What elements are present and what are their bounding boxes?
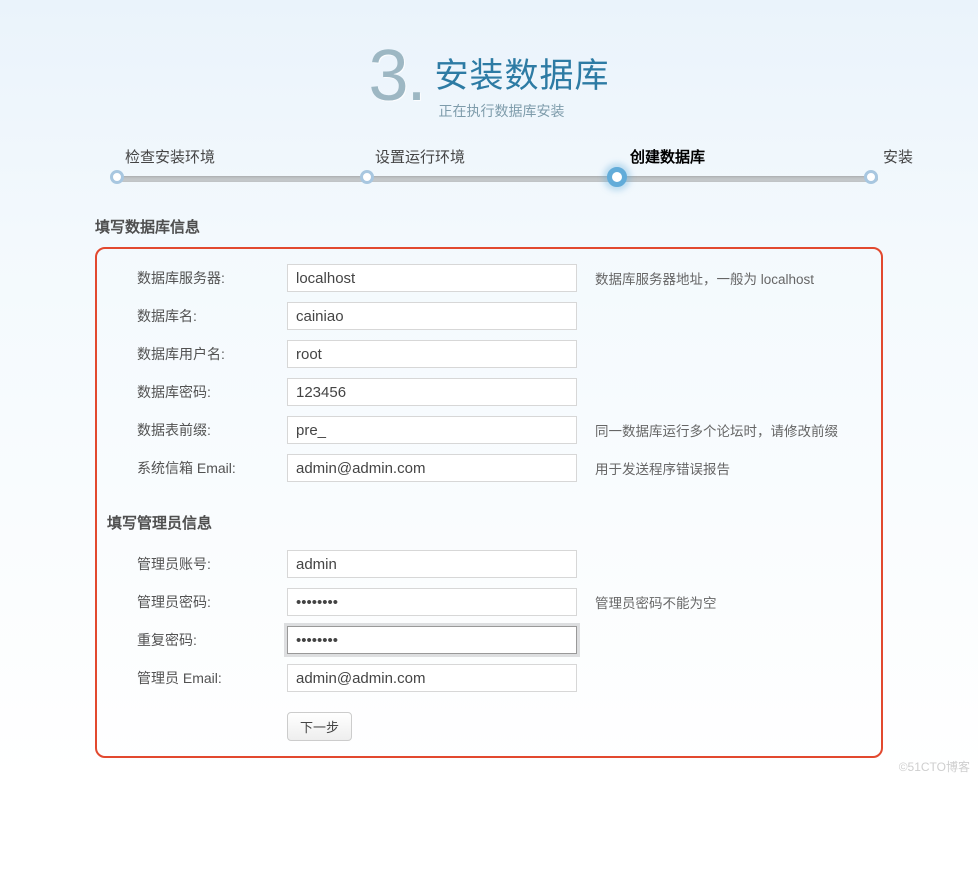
section-admin-title: 填写管理员信息 (107, 512, 881, 533)
label-admin-account: 管理员账号: (97, 554, 287, 574)
label-db-prefix: 数据表前缀: (97, 420, 287, 440)
label-db-user: 数据库用户名: (97, 344, 287, 364)
progress-label: 安装 (883, 146, 913, 167)
progress-label: 检查安装环境 (125, 146, 215, 167)
label-db-name: 数据库名: (97, 306, 287, 326)
content: 填写数据库信息 数据库服务器: 数据库服务器地址，一般为 localhost 数… (0, 216, 978, 758)
tip-db-email: 用于发送程序错误报告 (577, 458, 730, 478)
label-db-email: 系统信箱 Email: (97, 458, 287, 478)
label-admin-email: 管理员 Email: (97, 668, 287, 688)
input-admin-account[interactable] (287, 550, 577, 578)
page-title: 安装数据库 (435, 48, 610, 97)
page-subtitle: 正在执行数据库安装 (435, 97, 610, 121)
progress-label: 设置运行环境 (375, 146, 465, 167)
next-button[interactable]: 下一步 (287, 712, 352, 741)
tip-db-prefix: 同一数据库运行多个论坛时，请修改前缀 (577, 420, 838, 440)
tip-db-server: 数据库服务器地址，一般为 localhost (577, 268, 814, 288)
input-admin-password2[interactable] (287, 626, 577, 654)
input-db-password[interactable] (287, 378, 577, 406)
progress-dot-icon (110, 170, 124, 184)
label-admin-password: 管理员密码: (97, 592, 287, 612)
input-db-email[interactable] (287, 454, 577, 482)
progress-track (120, 176, 878, 182)
installer-page: 3. 安装数据库 正在执行数据库安装 检查安装环境 设置运行环境 创建数据库 (0, 0, 978, 778)
watermark: ©51CTO博客 (899, 758, 970, 775)
progress-dot-icon (607, 167, 627, 187)
input-db-name[interactable] (287, 302, 577, 330)
tip-admin-password: 管理员密码不能为空 (577, 592, 717, 612)
label-db-password: 数据库密码: (97, 382, 287, 402)
header: 3. 安装数据库 正在执行数据库安装 (0, 40, 978, 121)
input-admin-email[interactable] (287, 664, 577, 692)
input-db-server[interactable] (287, 264, 577, 292)
input-admin-password[interactable] (287, 588, 577, 616)
label-db-server: 数据库服务器: (97, 268, 287, 288)
progress-dot-icon (864, 170, 878, 184)
section-db-title: 填写数据库信息 (95, 216, 883, 237)
input-db-user[interactable] (287, 340, 577, 368)
progress-dot-icon (360, 170, 374, 184)
progress-label: 创建数据库 (630, 146, 705, 167)
step-number: 3. (368, 40, 424, 112)
label-admin-password2: 重复密码: (97, 630, 287, 650)
input-db-prefix[interactable] (287, 416, 577, 444)
form-box: 数据库服务器: 数据库服务器地址，一般为 localhost 数据库名: 数据库… (95, 247, 883, 758)
progress-bar: 检查安装环境 设置运行环境 创建数据库 安装 (10, 146, 968, 186)
